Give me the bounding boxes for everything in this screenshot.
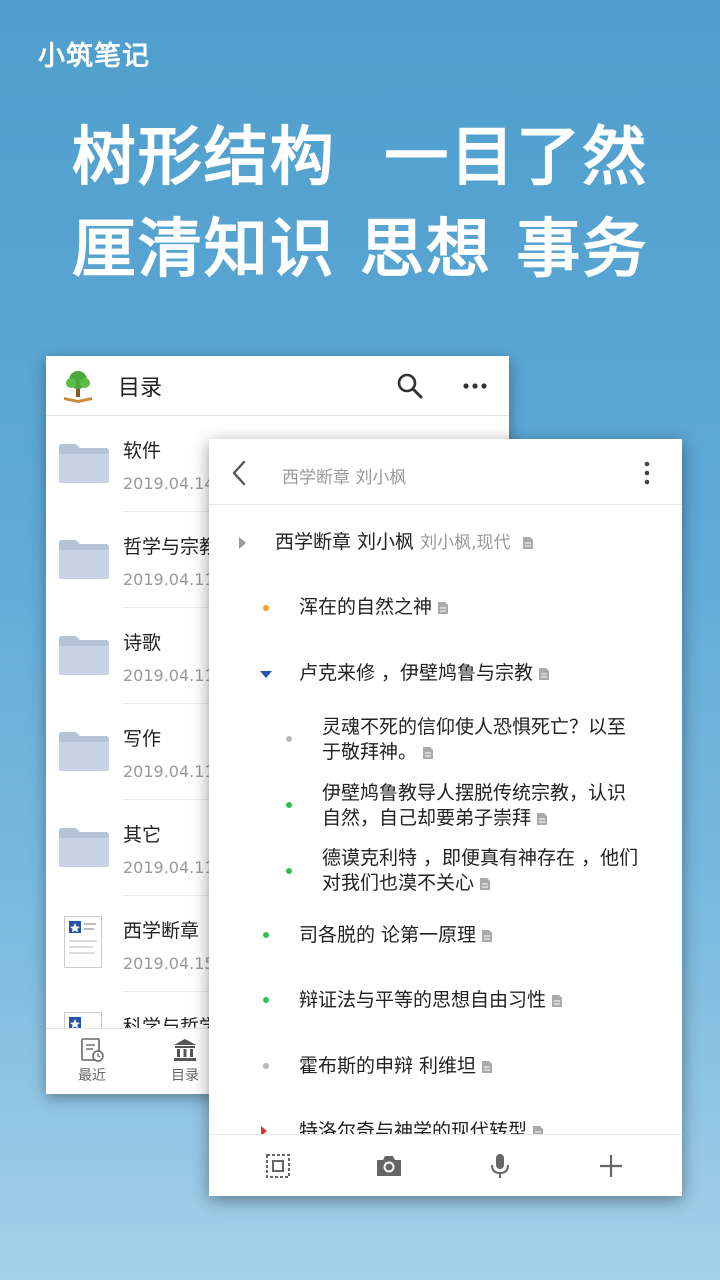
tree-logo-icon	[64, 370, 92, 403]
outline-window: 西学断章 刘小枫 西学断章 刘小枫 刘小枫,现代 浑在的自然之神 卢克来修 ，伊…	[209, 439, 682, 1196]
tab-catalog[interactable]: 目录	[155, 1037, 215, 1085]
item-date: 2019.04.15	[123, 954, 215, 973]
microphone-icon[interactable]	[486, 1152, 514, 1180]
tree-node[interactable]: 特洛尔奇与神学的现代转型	[299, 1119, 544, 1135]
outline-header: 西学断章 刘小枫	[209, 439, 682, 505]
node-text: 灵魂不死的信仰使人恐惧死亡？以至	[322, 716, 627, 738]
note-icon	[552, 995, 563, 1007]
node-text: 浑在的自然之神	[299, 596, 433, 618]
outline-title: 西学断章 刘小枫	[282, 468, 407, 488]
bullet-dot[interactable]	[286, 736, 292, 742]
note-icon	[522, 537, 533, 549]
collapse-triangle-icon[interactable]	[239, 537, 246, 549]
node-text: 卢克来修 ，伊壁鸠鲁与宗教	[299, 662, 534, 684]
expand-triangle-icon[interactable]	[260, 671, 272, 678]
back-arrow-icon[interactable]	[229, 459, 249, 487]
select-frame-icon[interactable]	[264, 1152, 292, 1180]
recent-doc-icon	[81, 1038, 104, 1062]
folder-icon	[59, 444, 109, 483]
node-text: 特洛尔奇与神学的现代转型	[299, 1120, 528, 1135]
catalog-title: 目录	[118, 375, 163, 401]
search-icon[interactable]	[396, 372, 424, 400]
tree-node[interactable]: 司各脱的 论第一原理	[299, 923, 493, 948]
camera-icon[interactable]	[375, 1152, 403, 1180]
folder-icon	[59, 732, 109, 771]
bullet-dot[interactable]	[263, 932, 269, 938]
note-icon	[539, 668, 550, 680]
bullet-dot[interactable]	[263, 1063, 269, 1069]
node-text-line2: 于敬拜神。	[322, 741, 418, 763]
item-date: 2019.04.11	[123, 858, 215, 877]
document-thumbnail-icon	[64, 916, 102, 968]
library-icon	[174, 1039, 196, 1061]
folder-icon	[59, 828, 109, 867]
item-name: 其它	[123, 824, 162, 846]
more-horizontal-icon[interactable]	[460, 374, 490, 398]
node-text: 辩证法与平等的思想自由习性	[299, 989, 547, 1011]
tree-node[interactable]: 浑在的自然之神	[299, 595, 449, 620]
outline-tree: 西学断章 刘小枫 刘小枫,现代 浑在的自然之神 卢克来修 ，伊壁鸠鲁与宗教 灵魂…	[209, 505, 682, 1135]
app-name: 小筑笔记	[38, 41, 150, 72]
node-text: 伊壁鸠鲁教导人摆脱传统宗教，认识	[322, 782, 627, 804]
tree-node[interactable]: 霍布斯的申辩 利维坦	[299, 1054, 493, 1079]
headline-line-2: 厘清知识 思想 事务	[71, 213, 649, 287]
note-icon	[423, 747, 434, 759]
tree-node[interactable]: 德谟克利特 ，即便真有神存在 ，他们 对我们也漠不关心	[322, 846, 677, 896]
more-vertical-icon[interactable]	[639, 459, 655, 487]
item-date: 2019.04.11	[123, 570, 215, 589]
item-name: 西学断章	[123, 920, 200, 942]
tab-recent-label: 最近	[78, 1068, 106, 1084]
folder-icon	[59, 540, 109, 579]
tree-node[interactable]: 伊壁鸠鲁教导人摆脱传统宗教，认识 自然，自己却要弟子崇拜	[322, 781, 672, 831]
tree-node[interactable]: 灵魂不死的信仰使人恐惧死亡？以至 于敬拜神。	[322, 715, 672, 765]
folder-icon	[59, 636, 109, 675]
catalog-header: 目录	[46, 356, 509, 416]
node-text: 霍布斯的申辩 利维坦	[299, 1055, 477, 1077]
note-icon	[480, 878, 491, 890]
node-text-line2: 自然，自己却要弟子崇拜	[322, 807, 532, 829]
bullet-dot[interactable]	[263, 605, 269, 611]
node-text: 德谟克利特 ，即便真有神存在 ，他们	[322, 847, 639, 869]
tree-node[interactable]: 辩证法与平等的思想自由习性	[299, 988, 563, 1013]
item-date: 2019.04.11	[123, 762, 215, 781]
plus-icon[interactable]	[597, 1152, 625, 1180]
item-name: 哲学与宗教	[123, 536, 219, 558]
tree-node[interactable]: 卢克来修 ，伊壁鸠鲁与宗教	[299, 661, 550, 686]
item-name: 写作	[123, 728, 162, 750]
note-icon	[482, 1061, 493, 1073]
root-meta: 刘小枫,现代	[420, 533, 511, 553]
item-date: 2019.04.11	[123, 666, 215, 685]
tree-node-root[interactable]: 西学断章 刘小枫 刘小枫,现代	[275, 530, 533, 556]
tab-recent[interactable]: 最近	[62, 1037, 122, 1085]
note-icon	[438, 602, 449, 614]
item-date: 2019.04.14	[123, 474, 215, 493]
item-name: 诗歌	[123, 632, 162, 654]
node-text-line2: 对我们也漠不关心	[322, 872, 475, 894]
tab-catalog-label: 目录	[171, 1068, 199, 1084]
note-icon	[537, 813, 548, 825]
note-icon	[482, 930, 493, 942]
headline-line-1: 树形结构 一目了然	[71, 121, 649, 195]
bullet-dot[interactable]	[263, 997, 269, 1003]
bullet-dot[interactable]	[286, 868, 292, 874]
root-title: 西学断章 刘小枫	[275, 531, 415, 553]
outline-toolbar	[209, 1134, 682, 1196]
item-name: 软件	[123, 440, 162, 462]
bullet-dot[interactable]	[286, 802, 292, 808]
node-text: 司各脱的 论第一原理	[299, 924, 477, 946]
